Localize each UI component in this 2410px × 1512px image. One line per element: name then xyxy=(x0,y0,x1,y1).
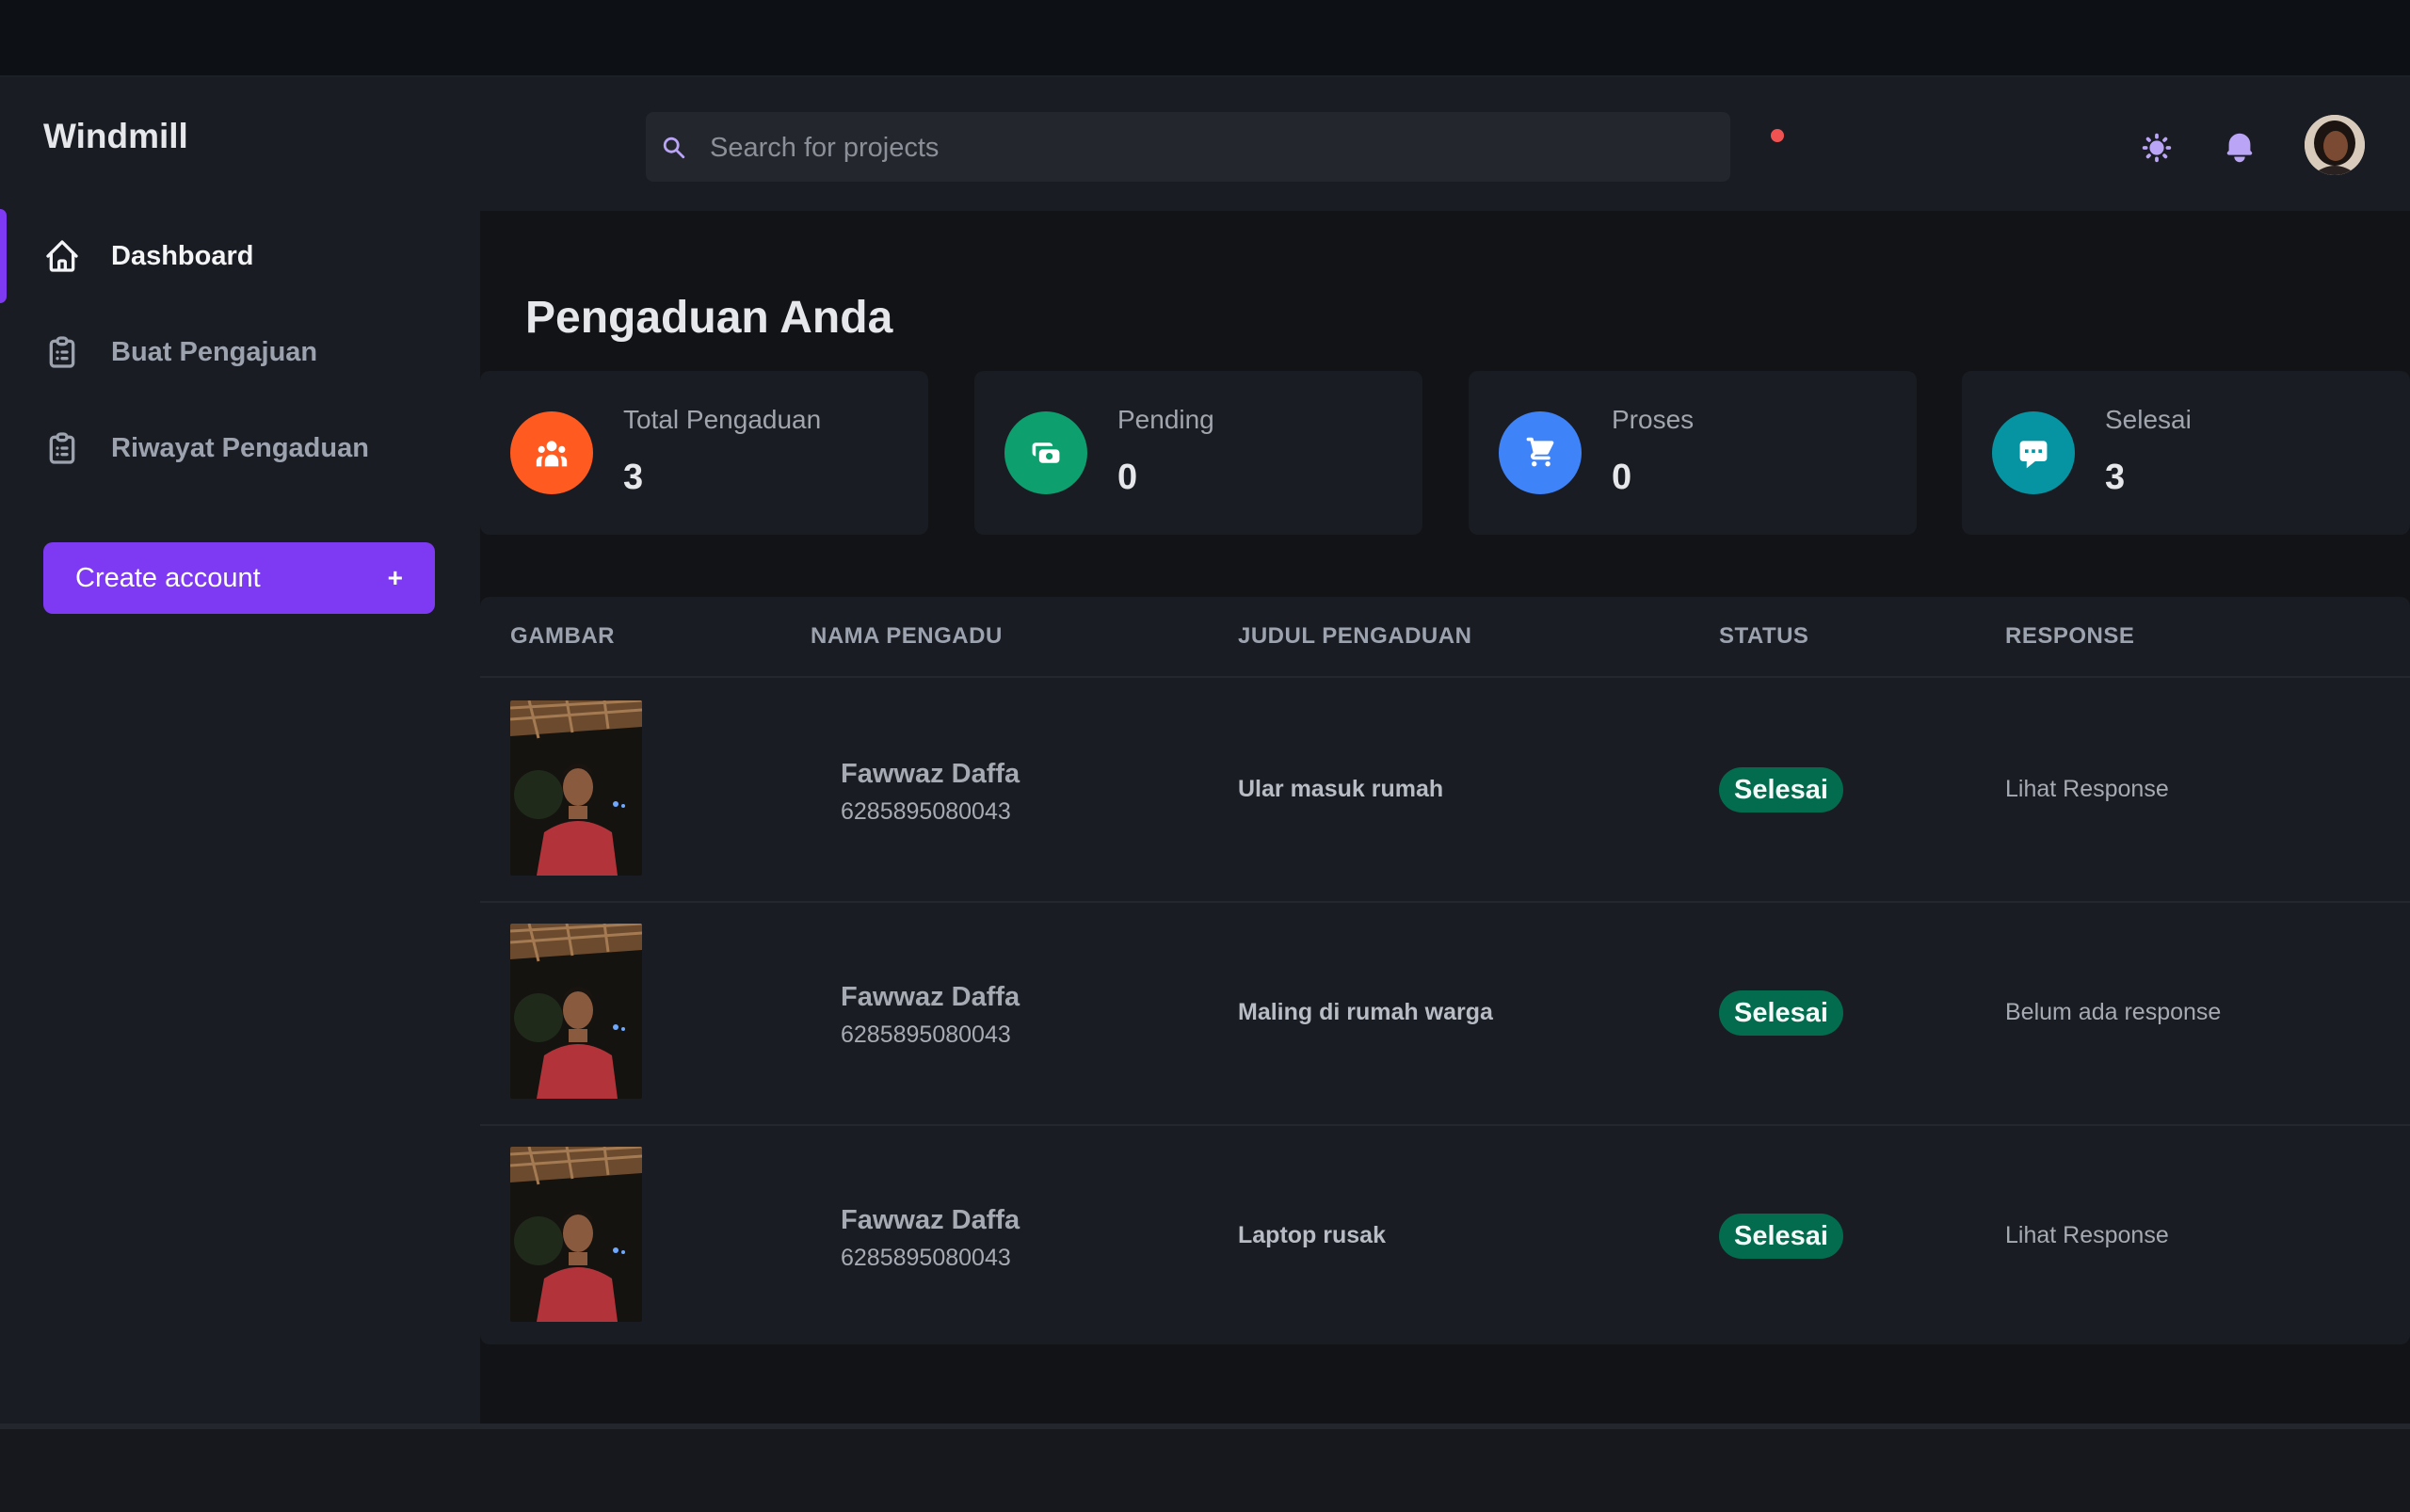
complainant-phone: 6285895080043 xyxy=(841,798,1011,825)
stat-card-selesai: Selesai 3 xyxy=(1962,371,2410,535)
complaint-photo xyxy=(510,1147,642,1322)
column-header-judul: JUDUL PENGADUAN xyxy=(1238,623,1472,649)
complaint-title: Maling di rumah warga xyxy=(1238,999,1493,1025)
column-header-gambar: GAMBAR xyxy=(510,623,615,649)
complaint-photo xyxy=(510,700,642,876)
users-icon xyxy=(510,411,593,494)
sidebar-item-label: Dashboard xyxy=(111,241,254,271)
complainant-name: Fawwaz Daffa xyxy=(841,1205,1020,1235)
column-header-status: STATUS xyxy=(1719,623,1809,649)
sidebar-item-buat-pengajuan[interactable]: Buat Pengajuan xyxy=(0,305,480,399)
stat-card-pending: Pending 0 xyxy=(974,371,1422,535)
search-bar xyxy=(646,112,1730,184)
status-badge: Selesai xyxy=(1719,767,1843,812)
sun-icon[interactable] xyxy=(2139,130,2175,166)
stat-card-proses: Proses 0 xyxy=(1469,371,1917,535)
column-header-response: RESPONSE xyxy=(2005,623,2135,649)
sidebar-item-label: Buat Pengajuan xyxy=(111,337,318,367)
response-link[interactable]: Lihat Response xyxy=(2005,678,2169,901)
complainant-name: Fawwaz Daffa xyxy=(841,759,1020,789)
top-window-strip xyxy=(0,0,2410,77)
stat-value: 0 xyxy=(1612,458,1632,497)
avatar-image xyxy=(2305,115,2365,175)
money-icon xyxy=(1004,411,1087,494)
notification-badge xyxy=(1769,127,1786,144)
complaint-photo xyxy=(510,924,642,1099)
bell-icon[interactable] xyxy=(2222,130,2257,166)
clipboard-icon xyxy=(49,432,75,464)
stat-label: Pending xyxy=(1117,405,1214,434)
clipboard-icon xyxy=(49,336,75,368)
status-badge: Selesai xyxy=(1719,990,1843,1036)
create-account-label: Create account xyxy=(75,563,261,593)
table-row: Fawwaz Daffa 6285895080043 Ular masuk ru… xyxy=(480,678,2410,903)
complaint-title: Ular masuk rumah xyxy=(1238,776,1444,802)
search-input[interactable] xyxy=(708,112,1710,184)
stat-label: Total Pengaduan xyxy=(623,405,822,434)
table-row: Fawwaz Daffa 6285895080043 Laptop rusak … xyxy=(480,1124,2410,1347)
sidebar: Windmill Dashboard Buat Pengajuan Riwaya… xyxy=(0,77,480,1424)
sidebar-item-label: Riwayat Pengaduan xyxy=(111,433,369,463)
page-title: Pengaduan Anda xyxy=(525,293,893,344)
response-link[interactable]: Lihat Response xyxy=(2005,1124,2169,1347)
sidebar-item-dashboard[interactable]: Dashboard xyxy=(0,209,480,303)
chat-icon xyxy=(1992,411,2075,494)
complainant-phone: 6285895080043 xyxy=(841,1245,1011,1271)
column-header-nama: NAMA PENGADU xyxy=(811,623,1003,649)
complainant-name: Fawwaz Daffa xyxy=(841,982,1020,1012)
complaints-table: GAMBAR NAMA PENGADU JUDUL PENGADUAN STAT… xyxy=(480,597,2410,1344)
status-badge: Selesai xyxy=(1719,1214,1843,1259)
stat-label: Proses xyxy=(1612,405,1695,434)
top-header xyxy=(480,77,2410,211)
plus-icon: + xyxy=(387,563,403,592)
response-text: Belum ada response xyxy=(2005,999,2222,1025)
table-row: Fawwaz Daffa 6285895080043 Maling di rum… xyxy=(480,901,2410,1126)
cart-icon xyxy=(1499,411,1582,494)
create-account-button[interactable]: Create account + xyxy=(43,542,435,614)
bottom-window-strip xyxy=(0,1424,2410,1512)
complaint-title: Laptop rusak xyxy=(1238,1222,1386,1248)
stat-label: Selesai xyxy=(2105,405,2192,434)
stat-card-total: Total Pengaduan 3 xyxy=(480,371,928,535)
sidebar-item-riwayat-pengaduan[interactable]: Riwayat Pengaduan xyxy=(0,401,480,495)
stat-value: 3 xyxy=(2105,458,2126,497)
avatar[interactable] xyxy=(2305,115,2365,175)
search-icon xyxy=(663,137,685,159)
stat-value: 3 xyxy=(623,458,644,497)
home-icon xyxy=(46,240,78,272)
complainant-phone: 6285895080043 xyxy=(841,1021,1011,1048)
brand-logo[interactable]: Windmill xyxy=(43,117,188,156)
stat-value: 0 xyxy=(1117,458,1138,497)
